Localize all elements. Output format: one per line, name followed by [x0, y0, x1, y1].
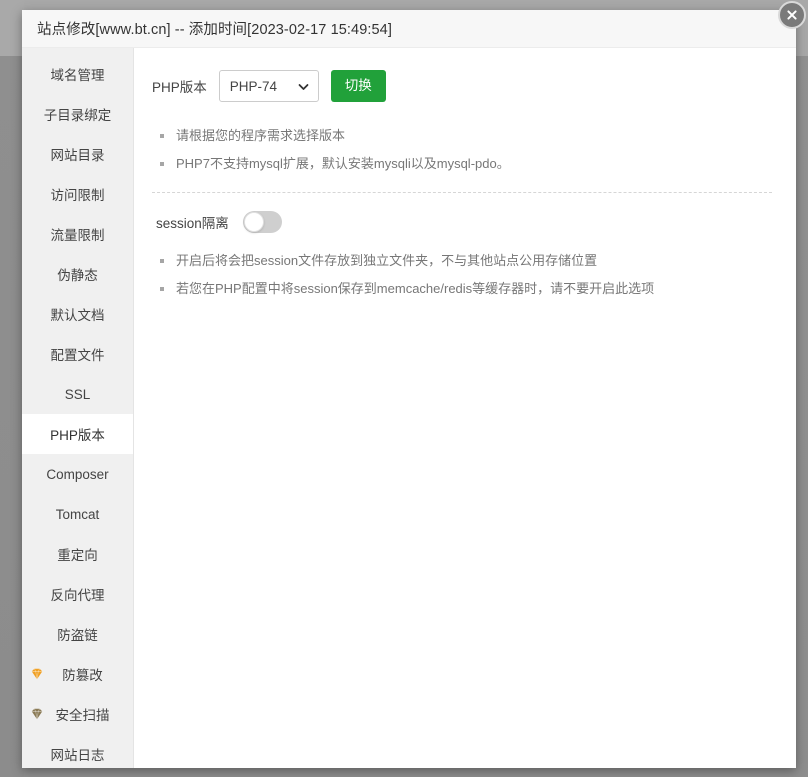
sidebar-item-label: 域名管理 [51, 64, 105, 84]
sidebar-item-label: 网站日志 [51, 744, 105, 764]
sidebar-item-8[interactable]: SSL [22, 374, 133, 414]
chevron-down-icon [298, 81, 309, 92]
sidebar-item-13[interactable]: 反向代理 [22, 574, 133, 614]
page-title: 站点修改[www.bt.cn] -- 添加时间[2023-02-17 15:49… [37, 18, 392, 39]
sidebar-item-15[interactable]: 防篡改 [22, 654, 133, 694]
sidebar: 域名管理子目录绑定网站目录访问限制流量限制伪静态默认文档配置文件 SSL PHP版本… [22, 48, 134, 768]
dialog-header: 站点修改[www.bt.cn] -- 添加时间[2023-02-17 15:49… [22, 10, 796, 48]
sidebar-item-4[interactable]: 流量限制 [22, 214, 133, 254]
sidebar-item-label: 子目录绑定 [44, 104, 112, 124]
sidebar-item-2[interactable]: 网站目录 [22, 134, 133, 174]
sidebar-item-10[interactable]: Composer [22, 454, 133, 494]
sidebar-item-label: 流量限制 [51, 224, 105, 244]
page-backdrop-left [0, 0, 24, 777]
php-version-selected-value: PHP-74 [230, 79, 277, 94]
note-item: 若您在PHP配置中将session保存到memcache/redis等缓存器时，… [156, 275, 772, 303]
sidebar-item-label: 网站目录 [51, 144, 105, 164]
switch-php-version-button[interactable]: 切换 [331, 70, 386, 102]
sidebar-item-3[interactable]: 访问限制 [22, 174, 133, 214]
session-isolation-row: session隔离 [156, 211, 772, 233]
sidebar-item-16[interactable]: 安全扫描 [22, 694, 133, 734]
sidebar-item-label: 重定向 [57, 544, 98, 564]
sidebar-item-label: 防盗链 [57, 624, 98, 644]
sidebar-item-7[interactable]: 配置文件 [22, 334, 133, 374]
main-content: PHP版本 PHP-74 切换 请根据您的程序需求选择版本PHP7不支持mysq… [134, 48, 796, 768]
sidebar-item-label: 伪静态 [57, 264, 98, 284]
gem-icon [30, 707, 44, 721]
note-item: 开启后将会把session文件存放到独立文件夹，不与其他站点公用存储位置 [156, 247, 772, 275]
sidebar-item-1[interactable]: 子目录绑定 [22, 94, 133, 134]
php-version-label: PHP版本 [152, 76, 207, 96]
sidebar-item-0[interactable]: 域名管理 [22, 54, 133, 94]
sidebar-item-label: 反向代理 [51, 584, 105, 604]
session-isolation-toggle[interactable] [243, 211, 282, 233]
close-dialog-button[interactable] [778, 1, 806, 29]
sidebar-item-label: 默认文档 [51, 304, 105, 324]
gem-icon [30, 667, 44, 681]
sidebar-item-label: Composer [46, 467, 108, 482]
session-isolation-label: session隔离 [156, 212, 229, 232]
php-version-select[interactable]: PHP-74 [219, 70, 319, 102]
sidebar-item-6[interactable]: 默认文档 [22, 294, 133, 334]
section-divider [152, 192, 772, 193]
sidebar-item-9[interactable]: PHP版本 [22, 414, 133, 454]
sidebar-item-12[interactable]: 重定向 [22, 534, 133, 574]
note-item: PHP7不支持mysql扩展，默认安装mysqli以及mysql-pdo。 [156, 150, 772, 178]
sidebar-item-5[interactable]: 伪静态 [22, 254, 133, 294]
toggle-knob [244, 212, 264, 232]
sidebar-item-label: SSL [65, 387, 91, 402]
dialog-body: 域名管理子目录绑定网站目录访问限制流量限制伪静态默认文档配置文件 SSL PHP版本… [22, 48, 796, 768]
note-item: 请根据您的程序需求选择版本 [156, 122, 772, 150]
sidebar-item-label: 防篡改 [62, 664, 103, 684]
php-version-row: PHP版本 PHP-74 切换 [152, 70, 772, 102]
sidebar-item-11[interactable]: Tomcat [22, 494, 133, 534]
sidebar-item-17[interactable]: 网站日志 [22, 734, 133, 768]
site-edit-dialog: 站点修改[www.bt.cn] -- 添加时间[2023-02-17 15:49… [22, 10, 796, 768]
sidebar-item-label: PHP版本 [50, 424, 105, 444]
sidebar-item-label: 访问限制 [51, 184, 105, 204]
sidebar-item-label: Tomcat [56, 507, 100, 522]
sidebar-item-label: 配置文件 [51, 344, 105, 364]
sidebar-item-14[interactable]: 防盗链 [22, 614, 133, 654]
close-icon [785, 8, 799, 22]
php-notes-list: 请根据您的程序需求选择版本PHP7不支持mysql扩展，默认安装mysqli以及… [152, 122, 772, 178]
sidebar-item-label: 安全扫描 [56, 704, 110, 724]
session-notes-list: 开启后将会把session文件存放到独立文件夹，不与其他站点公用存储位置若您在P… [152, 247, 772, 303]
